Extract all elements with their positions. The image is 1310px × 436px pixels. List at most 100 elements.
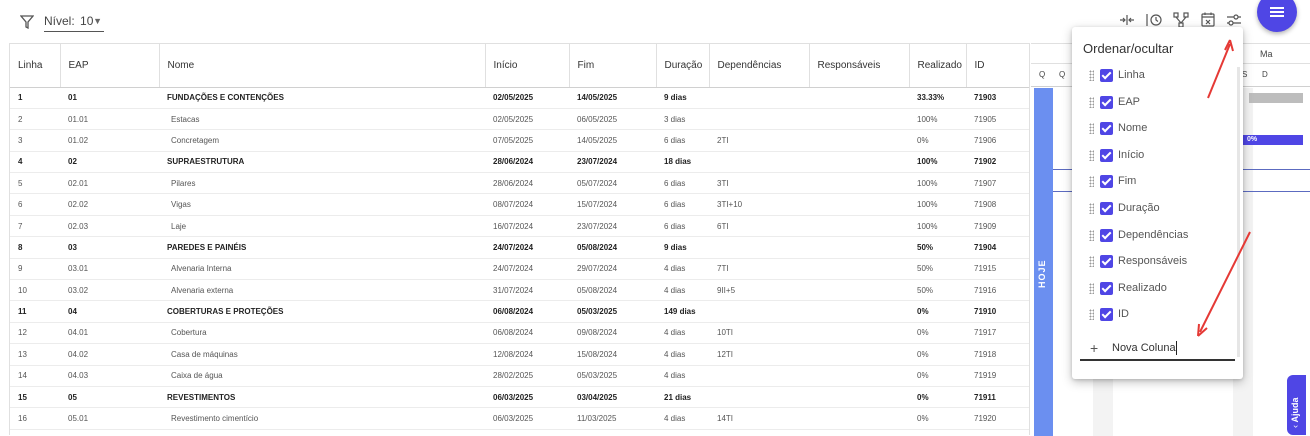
start-date: 12/08/2024 xyxy=(485,343,569,366)
drag-handle-icon[interactable] xyxy=(1089,282,1094,294)
drag-handle-icon[interactable] xyxy=(1089,256,1094,268)
duration: 18 dias xyxy=(656,150,709,174)
end-date: 23/07/2024 xyxy=(569,215,656,238)
column-header[interactable]: ID xyxy=(966,44,1029,88)
row-number: 8 xyxy=(10,236,60,259)
column-header[interactable]: Início xyxy=(485,44,570,88)
checkbox[interactable] xyxy=(1100,228,1113,242)
drag-handle-icon[interactable] xyxy=(1089,176,1094,188)
table-row[interactable]: 1 01 FUNDAÇÕES E CONTENÇÕES 02/05/2025 14/05… xyxy=(10,86,1029,109)
table-row[interactable]: 15 05 REVESTIMENTOS 06/03/2025 03/04/2025 21 … xyxy=(10,385,1029,409)
responsible xyxy=(809,215,909,238)
checkbox[interactable] xyxy=(1100,308,1113,322)
task-name: Cobertura xyxy=(159,322,485,345)
start-date: 06/08/2024 xyxy=(485,300,569,323)
table-row[interactable]: 12 04.01 Cobertura 06/08/2024 09/08/2024 4 di… xyxy=(10,322,1029,345)
checkbox[interactable] xyxy=(1100,95,1113,109)
annotation-arrow-icon xyxy=(1207,39,1234,99)
checkbox[interactable] xyxy=(1100,148,1113,162)
eap-code: 04.01 xyxy=(60,322,159,345)
table-row[interactable]: 11 04 COBERTURAS E PROTEÇÕES 06/08/2024 05/0… xyxy=(10,300,1029,323)
duration: 21 dias xyxy=(656,385,709,409)
table-row[interactable]: 2 01.01 Estacas 02/05/2025 06/05/2025 3 dias 1… xyxy=(10,108,1029,131)
gantt-bar-summary[interactable] xyxy=(1249,93,1303,103)
responsible xyxy=(809,407,909,430)
column-option-label: Responsáveis xyxy=(1118,255,1188,268)
column-header[interactable]: EAP xyxy=(60,44,160,88)
eap-code: 03.02 xyxy=(60,279,159,302)
row-number: 9 xyxy=(10,258,60,281)
drag-handle-icon[interactable] xyxy=(1089,96,1094,108)
start-date: 06/03/2025 xyxy=(485,407,569,430)
checkbox[interactable] xyxy=(1100,202,1113,215)
gantt-bar-task[interactable]: 0% xyxy=(1243,135,1303,145)
table-row[interactable]: 9 03.01 Alvenaria Interna 24/07/2024 29/07/2… xyxy=(10,258,1029,281)
table-row[interactable]: 6 02.02 Vigas 08/07/2024 15/07/2024 6 dias 3TI… xyxy=(10,193,1029,216)
column-option-label: Dependências xyxy=(1118,228,1189,241)
column-option[interactable]: Início xyxy=(1085,147,1235,165)
drag-handle-icon[interactable] xyxy=(1089,309,1094,321)
eap-code: 01.01 xyxy=(60,108,159,131)
table-row[interactable]: 14 04.03 Caixa de água 28/02/2025 05/03/2025… xyxy=(10,365,1029,387)
checkbox[interactable] xyxy=(1100,175,1113,189)
help-tab[interactable]: ‹ Ajuda xyxy=(1287,375,1306,435)
nivel-select[interactable]: Nível: 10 ▼ xyxy=(44,14,104,32)
row-number: 3 xyxy=(10,129,60,152)
task-id: 71906 xyxy=(966,129,1029,152)
progress: 100% xyxy=(909,150,966,174)
checkbox[interactable] xyxy=(1100,122,1113,136)
column-option[interactable]: Duração xyxy=(1085,200,1235,218)
duration: 4 dias xyxy=(656,407,709,430)
table-row[interactable]: 3 01.02 Concretagem 07/05/2025 14/05/2025 6 d… xyxy=(10,129,1029,152)
responsible xyxy=(809,385,909,409)
table-row[interactable]: 8 03 PAREDES E PAINÉIS 24/07/2024 05/08/2024… xyxy=(10,236,1029,259)
start-date: 02/05/2025 xyxy=(485,86,569,109)
column-option[interactable]: Nome xyxy=(1085,120,1235,138)
filter-icon[interactable] xyxy=(19,15,35,30)
eap-code: 05 xyxy=(60,385,159,409)
table-row[interactable]: 13 04.02 Casa de máquinas 12/08/2024 15/08/2… xyxy=(10,343,1029,366)
column-header[interactable]: Linha xyxy=(10,44,61,88)
drag-handle-icon[interactable] xyxy=(1089,203,1094,214)
task-name: Pilares xyxy=(159,172,485,195)
column-header[interactable]: Realizado xyxy=(909,44,967,88)
checkbox[interactable] xyxy=(1100,281,1113,295)
progress: 50% xyxy=(909,279,966,302)
row-number: 16 xyxy=(10,407,60,430)
table-row[interactable]: 5 02.01 Pilares 28/06/2024 05/07/2024 6 dias 3… xyxy=(10,172,1029,195)
checkbox[interactable] xyxy=(1100,255,1113,269)
table-row[interactable]: 7 02.03 Laje 16/07/2024 23/07/2024 6 dias 6TI 1… xyxy=(10,215,1029,238)
table-row[interactable]: 10 03.02 Alvenaria externa 31/07/2024 05/08/… xyxy=(10,279,1029,302)
drag-handle-icon[interactable] xyxy=(1089,70,1094,81)
drag-handle-icon[interactable] xyxy=(1089,123,1094,135)
start-date: 06/08/2024 xyxy=(485,322,569,345)
progress: 0% xyxy=(909,385,966,409)
responsible xyxy=(809,86,909,109)
column-header[interactable]: Dependências xyxy=(709,44,810,88)
table-row[interactable]: 16 05.01 Revestimento cimentício 06/03/2025… xyxy=(10,407,1029,430)
progress: 100% xyxy=(909,172,966,195)
table-row[interactable]: 4 02 SUPRAESTRUTURA 28/06/2024 23/07/2024 18 … xyxy=(10,150,1029,174)
day-label: Q xyxy=(1059,70,1066,79)
dependencies xyxy=(709,300,809,323)
drag-handle-icon[interactable] xyxy=(1089,229,1094,241)
plus-icon[interactable]: + xyxy=(1090,340,1098,356)
column-header[interactable]: Duração xyxy=(656,44,710,88)
task-id: 71919 xyxy=(966,365,1029,387)
responsible xyxy=(809,108,909,131)
eap-code: 01 xyxy=(60,86,159,109)
column-option[interactable]: Fim xyxy=(1085,173,1235,191)
new-column-input[interactable]: + Nova Coluna xyxy=(1080,337,1235,361)
progress: 100% xyxy=(909,108,966,131)
task-name: FUNDAÇÕES E CONTENÇÕES xyxy=(159,86,485,109)
checkbox[interactable] xyxy=(1100,69,1113,82)
column-header[interactable]: Nome xyxy=(159,44,486,88)
drag-handle-icon[interactable] xyxy=(1089,149,1094,161)
row-number: 14 xyxy=(10,365,60,387)
menu-button[interactable] xyxy=(1257,0,1297,32)
column-header[interactable]: Fim xyxy=(569,44,657,88)
end-date: 15/07/2024 xyxy=(569,193,656,216)
task-id: 71905 xyxy=(966,108,1029,131)
column-header[interactable]: Responsáveis xyxy=(809,44,910,88)
progress: 0% xyxy=(909,343,966,366)
